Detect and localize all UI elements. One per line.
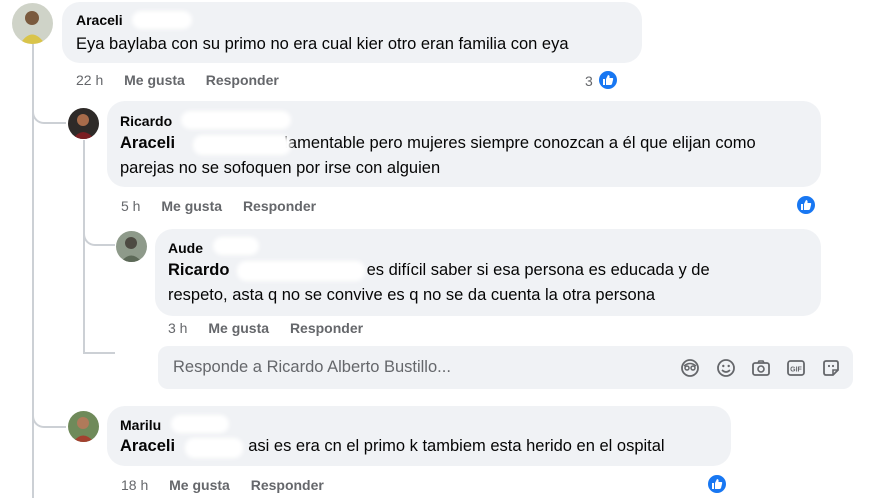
comment-bubble-marilu: Marilu Araceli asi es era cn el primo k …: [107, 406, 731, 466]
redaction: [185, 438, 243, 458]
redaction: [132, 11, 192, 29]
reply-button[interactable]: Responder: [290, 320, 363, 336]
thread-connector-ricardo: [32, 96, 66, 124]
mention-link[interactable]: Araceli: [120, 437, 175, 455]
avatar-aude[interactable]: [116, 231, 147, 262]
sad-icon[interactable]: [616, 69, 638, 91]
like-icon[interactable]: [706, 473, 728, 495]
svg-text:GIF: GIF: [790, 367, 802, 374]
comment-time[interactable]: 3 h: [168, 320, 187, 336]
mention-link[interactable]: Araceli: [120, 134, 175, 152]
reply-button[interactable]: Responder: [206, 72, 279, 88]
thread-connector-marilu: [32, 400, 66, 428]
thread-connector-aude: [83, 222, 115, 246]
comment-text-line: respeto, asta q no se convive es q no se…: [168, 286, 656, 304]
comment-actions: 5 h Me gusta Responder: [121, 198, 333, 214]
comment-time[interactable]: 5 h: [121, 198, 140, 214]
emoji-icon[interactable]: [715, 357, 737, 379]
reply-input[interactable]: Responde a Ricardo Alberto Bustillo... G…: [158, 346, 853, 389]
avatar-marilu[interactable]: [68, 411, 99, 442]
reaction-count[interactable]: 3: [585, 73, 593, 89]
redaction: [181, 111, 291, 129]
comment-bubble-araceli: Araceli Eya baylaba con su primo no era …: [62, 2, 642, 63]
comment-time[interactable]: 22 h: [76, 72, 103, 88]
comment-text-line: asi es era cn el primo k tambiem esta he…: [248, 437, 665, 455]
redaction: [171, 415, 229, 433]
redaction: [237, 261, 365, 281]
camera-icon[interactable]: [750, 357, 772, 379]
redaction: [213, 237, 259, 255]
comment-author[interactable]: Ricardo: [120, 113, 172, 129]
reply-button[interactable]: Responder: [243, 198, 316, 214]
like-button[interactable]: Me gusta: [208, 320, 269, 336]
gif-icon[interactable]: GIF: [785, 357, 807, 379]
comment-time[interactable]: 18 h: [121, 477, 148, 493]
comment-text-line: lamentable pero mujeres siempre conozcan…: [284, 134, 756, 152]
reply-placeholder: Responde a Ricardo Alberto Bustillo...: [173, 358, 451, 376]
comment-actions: 22 h Me gusta Responder: [76, 72, 296, 88]
redaction: [193, 135, 291, 155]
comment-author[interactable]: Araceli: [76, 12, 123, 28]
comment-text-line: parejas no se sofoquen por irse con algu…: [120, 159, 441, 177]
comment-actions: 18 h Me gusta Responder: [121, 477, 341, 493]
avatar-ricardo[interactable]: [68, 108, 99, 139]
comment-text-line: es difícil saber si esa persona es educa…: [366, 261, 710, 279]
reply-button[interactable]: Responder: [251, 477, 324, 493]
avatar-sticker-icon[interactable]: [679, 357, 701, 379]
sticker-icon[interactable]: [820, 357, 842, 379]
like-icon[interactable]: [795, 194, 817, 216]
comment-actions: 3 h Me gusta Responder: [168, 320, 380, 336]
like-icon[interactable]: [597, 69, 619, 91]
comment-bubble-ricardo: Ricardo Araceli lamentable pero mujeres …: [107, 101, 821, 187]
comment-bubble-aude: Aude Ricardo es difícil saber si esa per…: [155, 229, 821, 316]
like-button[interactable]: Me gusta: [161, 198, 222, 214]
comment-author[interactable]: Aude: [168, 240, 203, 256]
like-button[interactable]: Me gusta: [124, 72, 185, 88]
mention-link[interactable]: Ricardo: [168, 261, 229, 279]
thread-connector-replybox: [83, 330, 115, 354]
avatar-araceli[interactable]: [12, 3, 53, 44]
like-button[interactable]: Me gusta: [169, 477, 230, 493]
comment-author[interactable]: Marilu: [120, 417, 161, 433]
thread-line-ricardo: [83, 140, 85, 352]
comment-text: Eya baylaba con su primo no era cual kie…: [76, 35, 569, 53]
